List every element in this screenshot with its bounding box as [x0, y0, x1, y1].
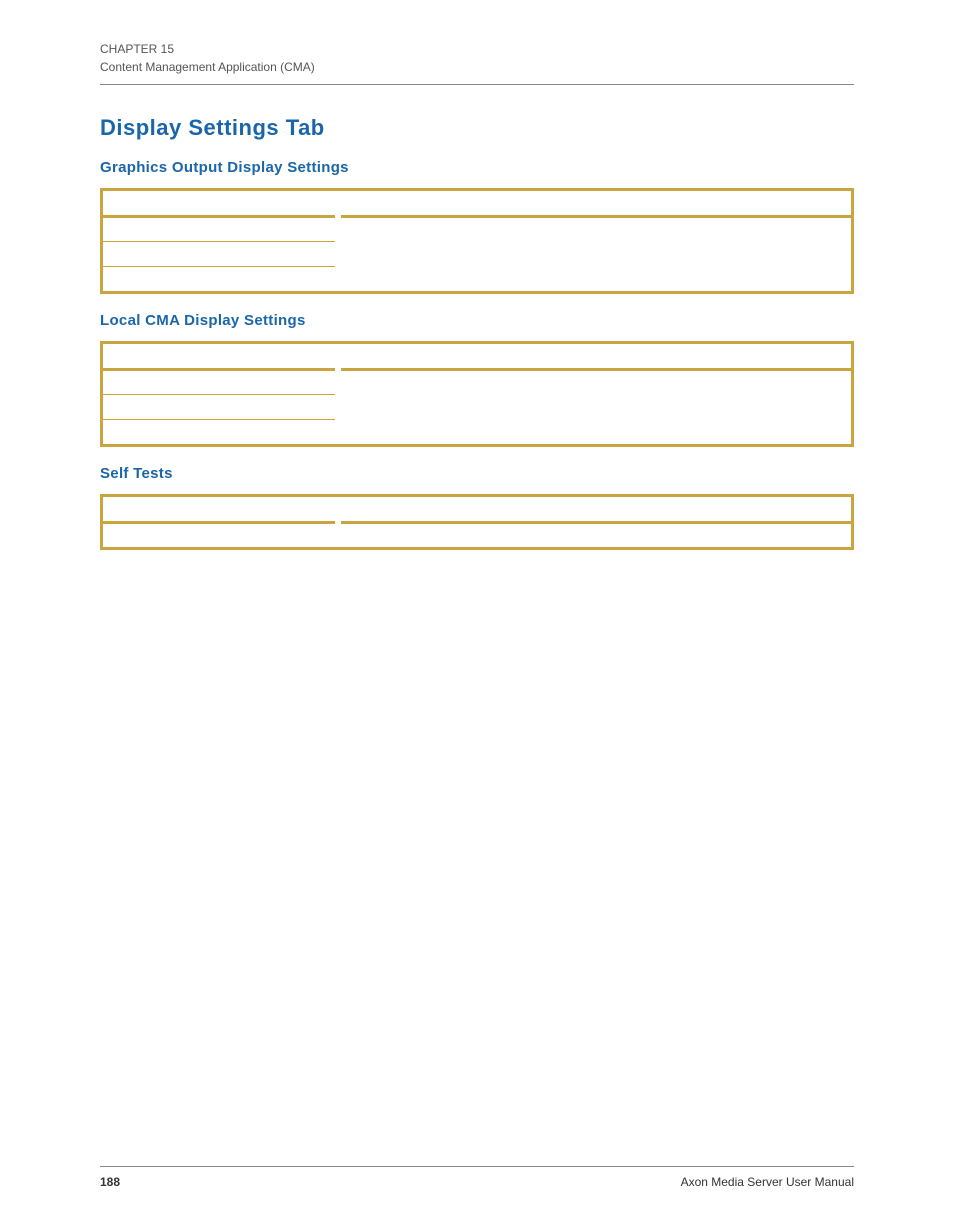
table-row	[103, 394, 851, 419]
table-row	[103, 522, 851, 547]
section-label: Content Management Application (CMA)	[100, 58, 854, 76]
section-heading-graphics: Graphics Output Display Settings	[100, 159, 854, 176]
section-heading-self-tests: Self Tests	[100, 465, 854, 482]
table-row	[103, 419, 851, 444]
table-row	[103, 369, 851, 394]
table-row	[103, 241, 851, 266]
footer-divider	[100, 1166, 854, 1167]
page-number: 188	[100, 1175, 120, 1189]
table-header-cell	[103, 497, 335, 522]
header-divider	[100, 84, 854, 85]
self-tests-table	[100, 494, 854, 550]
table-row	[103, 266, 851, 291]
manual-title: Axon Media Server User Manual	[681, 1175, 854, 1189]
table-header-cell	[341, 497, 851, 522]
chapter-label: CHAPTER 15	[100, 40, 854, 58]
table-header-cell	[103, 344, 335, 369]
graphics-settings-table	[100, 188, 854, 294]
local-cma-settings-table	[100, 341, 854, 447]
table-header-cell	[103, 191, 335, 216]
section-heading-local-cma: Local CMA Display Settings	[100, 312, 854, 329]
page-title: Display Settings Tab	[100, 115, 854, 141]
table-row	[103, 216, 851, 241]
table-header-cell	[341, 344, 851, 369]
table-header-cell	[341, 191, 851, 216]
